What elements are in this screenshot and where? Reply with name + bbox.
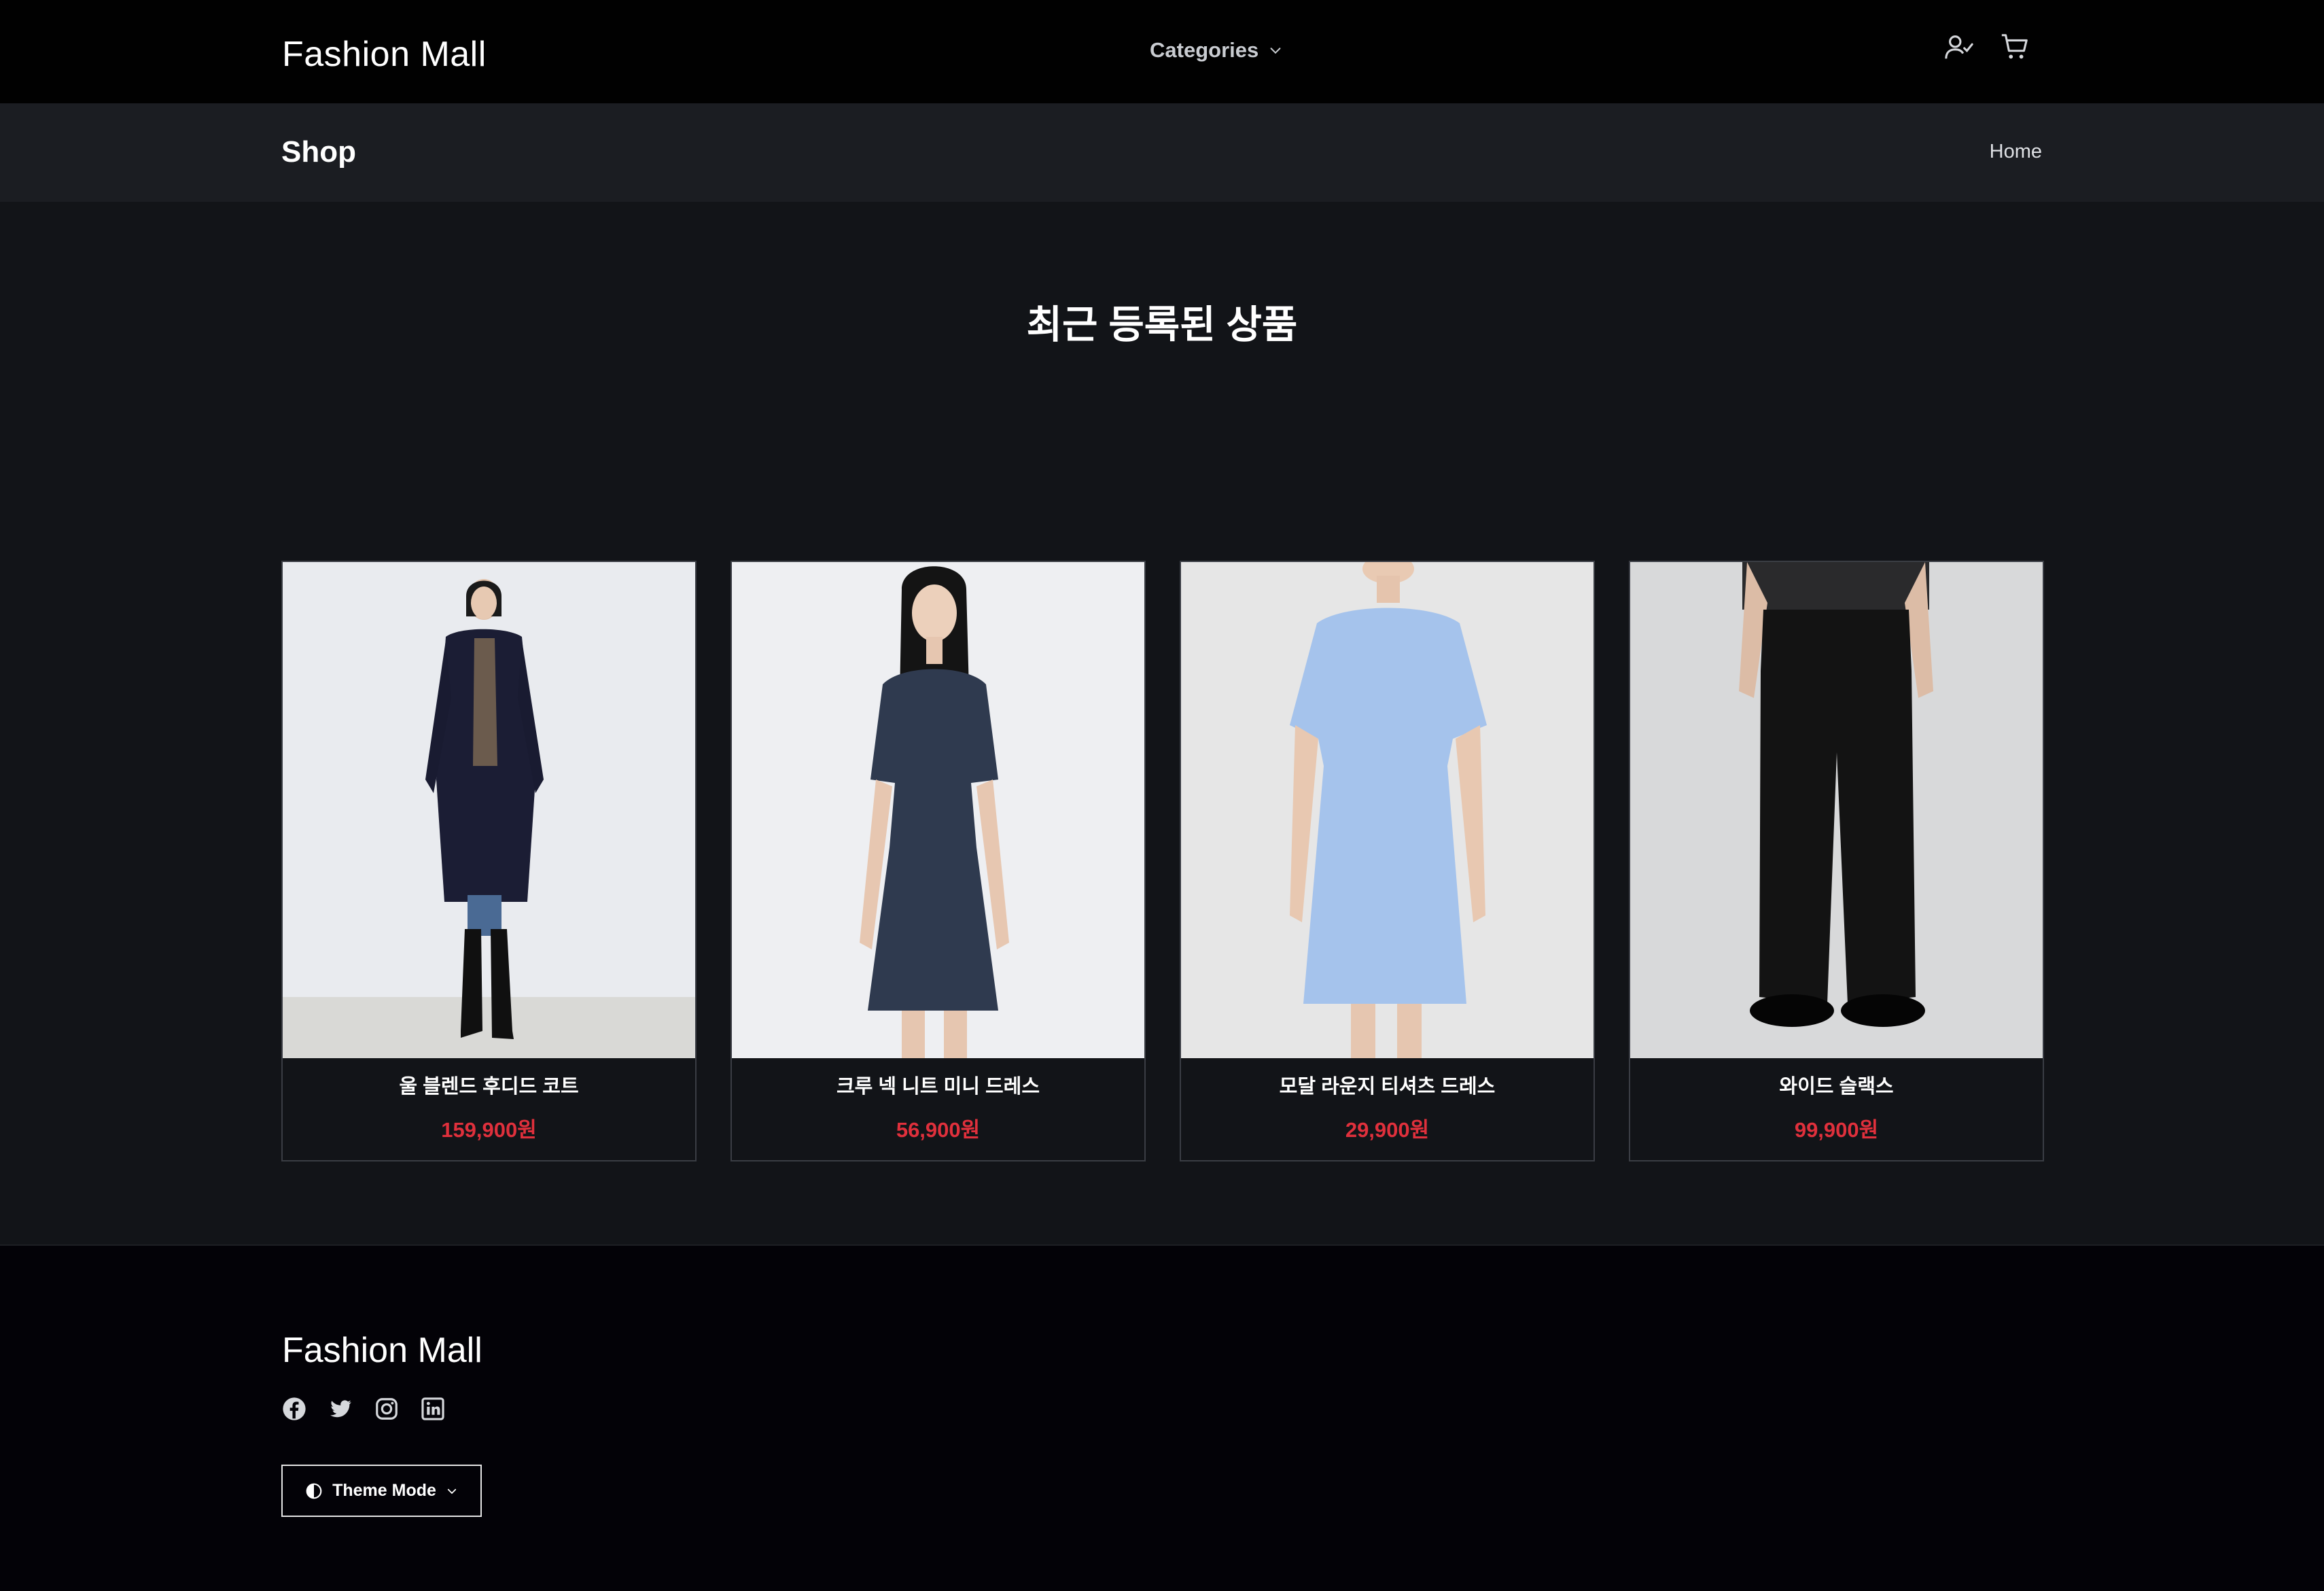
breadcrumb-home[interactable]: Home: [1990, 141, 2042, 163]
twitter-icon[interactable]: [328, 1396, 353, 1422]
instagram-icon[interactable]: [374, 1396, 400, 1422]
brand-logo[interactable]: Fashion Mall: [282, 34, 487, 75]
product-name[interactable]: 울 블렌드 후디드 코트: [283, 1070, 695, 1099]
product-info: 크루 넥 니트 미니 드레스 56,900원: [732, 1058, 1144, 1143]
page-title: Shop: [281, 135, 356, 169]
chevron-down-icon: [447, 1488, 457, 1494]
product-card[interactable]: 울 블렌드 후디드 코트 159,900원: [281, 561, 697, 1161]
categories-dropdown[interactable]: Categories: [1150, 38, 1283, 63]
product-image[interactable]: [283, 562, 695, 1058]
product-info: 와이드 슬랙스 99,900원: [1630, 1058, 2043, 1143]
product-price: 29,900원: [1345, 1118, 1430, 1142]
product-price: 159,900원: [441, 1118, 537, 1142]
theme-mode-label: Theme Mode: [332, 1481, 436, 1500]
product-name[interactable]: 와이드 슬랙스: [1630, 1070, 2043, 1099]
product-name[interactable]: 모달 라운지 티셔츠 드레스: [1181, 1070, 1594, 1099]
theme-mode-button[interactable]: Theme Mode: [281, 1465, 482, 1517]
product-info: 모달 라운지 티셔츠 드레스 29,900원: [1181, 1058, 1594, 1143]
categories-label: Categories: [1150, 38, 1259, 62]
product-info: 울 블렌드 후디드 코트 159,900원: [283, 1058, 695, 1143]
product-name[interactable]: 크루 넥 니트 미니 드레스: [732, 1070, 1144, 1099]
cart-icon[interactable]: [1999, 31, 2030, 63]
social-links: [281, 1396, 446, 1422]
linkedin-icon[interactable]: [420, 1396, 446, 1422]
product-grid: 울 블렌드 후디드 코트 159,900원 크루 넥 니트 미니 드레스 56,…: [281, 561, 2044, 1161]
shop-header: Shop Home: [0, 103, 2324, 202]
product-price: 99,900원: [1794, 1118, 1879, 1142]
chevron-down-icon: [1270, 48, 1281, 54]
header-actions: [1943, 31, 2030, 63]
product-price: 56,900원: [896, 1118, 981, 1142]
product-image[interactable]: [732, 562, 1144, 1058]
product-image[interactable]: [1630, 562, 2043, 1058]
section-title: 최근 등록된 상품: [1026, 303, 1298, 347]
facebook-icon[interactable]: [281, 1396, 307, 1422]
footer-brand-logo[interactable]: Fashion Mall: [282, 1330, 482, 1371]
product-card[interactable]: 크루 넥 니트 미니 드레스 56,900원: [730, 561, 1146, 1161]
footer: Fashion Mall Theme Mode: [0, 1244, 2324, 1591]
product-image[interactable]: [1181, 562, 1594, 1058]
top-navbar: Fashion Mall Categories: [0, 0, 2324, 103]
user-check-icon[interactable]: [1943, 31, 1975, 63]
product-card[interactable]: 모달 라운지 티셔츠 드레스 29,900원: [1180, 561, 1595, 1161]
half-circle-icon: [306, 1483, 322, 1499]
product-card[interactable]: 와이드 슬랙스 99,900원: [1629, 561, 2044, 1161]
main-content: 최근 등록된 상품 울 블렌드 후디드 코트 159,900원 크루 넥 니트 …: [0, 202, 2324, 1244]
